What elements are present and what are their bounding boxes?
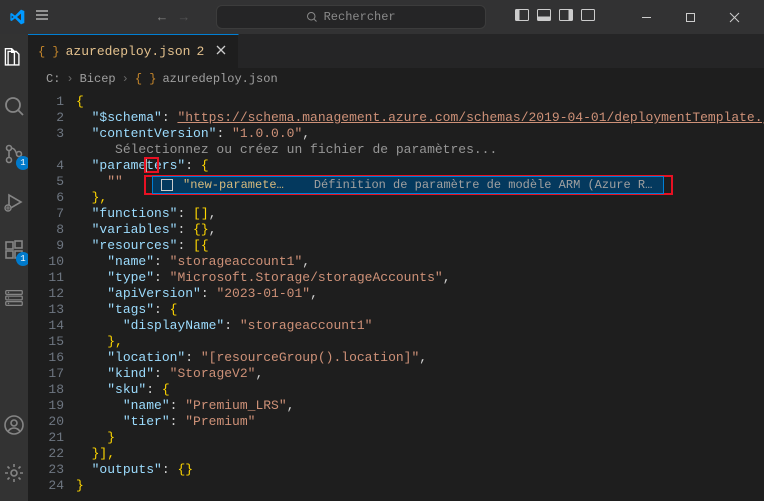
activity-bar: 1 1 xyxy=(0,34,28,501)
tab-filename: azuredeploy.json xyxy=(66,44,191,59)
window-minimize-icon[interactable] xyxy=(624,0,668,34)
explorer-icon[interactable] xyxy=(0,44,28,72)
search-placeholder: Rechercher xyxy=(324,10,396,24)
suggestion-description: Définition de paramètre de modèle ARM (A… xyxy=(314,177,655,193)
intellisense-suggestion[interactable]: "new-paramete… Définition de paramètre d… xyxy=(152,176,664,194)
snippet-icon xyxy=(161,179,173,191)
nav-arrows: ← → xyxy=(158,10,188,25)
extensions-icon[interactable]: 1 xyxy=(0,236,28,264)
line-number-gutter: 1 2 3 4 5 6 7 8 9 10 11 12 13 14 15 16 1… xyxy=(28,90,76,501)
breadcrumb-seg[interactable]: Bicep xyxy=(80,72,116,86)
nav-forward-icon[interactable]: → xyxy=(180,10,188,25)
breadcrumb[interactable]: C: › Bicep › { } azuredeploy.json xyxy=(28,68,764,90)
json-file-icon: { } xyxy=(38,45,60,59)
text-cursor xyxy=(146,159,156,172)
search-icon xyxy=(306,11,318,23)
command-center-search[interactable]: Rechercher xyxy=(216,5,486,29)
vscode-logo-icon xyxy=(8,8,26,26)
titlebar: ← → Rechercher xyxy=(0,0,764,34)
breadcrumb-seg[interactable]: C: xyxy=(46,72,60,86)
tab-azuredeploy[interactable]: { } azuredeploy.json 2 xyxy=(28,34,239,68)
suggestion-label: "new-paramete… xyxy=(183,177,284,193)
window-close-icon[interactable] xyxy=(712,0,756,34)
json-file-icon: { } xyxy=(135,72,157,86)
window-maximize-icon[interactable] xyxy=(668,0,712,34)
layout-sidebar-left-icon[interactable] xyxy=(514,7,530,27)
code-editor[interactable]: 1 2 3 4 5 6 7 8 9 10 11 12 13 14 15 16 1… xyxy=(28,90,764,501)
search-icon[interactable] xyxy=(0,92,28,120)
chevron-right-icon: › xyxy=(122,72,129,86)
run-debug-icon[interactable] xyxy=(0,188,28,216)
layout-panel-icon[interactable] xyxy=(536,7,552,27)
chevron-right-icon: › xyxy=(66,72,73,86)
nav-back-icon[interactable]: ← xyxy=(158,10,166,25)
tab-modified-count: 2 xyxy=(196,44,204,59)
accounts-icon[interactable] xyxy=(0,411,28,439)
codelens-hint[interactable]: Sélectionnez ou créez un fichier de para… xyxy=(115,142,497,157)
hamburger-menu-icon[interactable] xyxy=(34,7,50,28)
layout-sidebar-right-icon[interactable] xyxy=(558,7,574,27)
source-control-icon[interactable]: 1 xyxy=(0,140,28,168)
azure-resources-icon[interactable] xyxy=(0,284,28,312)
settings-gear-icon[interactable] xyxy=(0,459,28,487)
layout-customize-icon[interactable] xyxy=(580,7,596,27)
code-content[interactable]: { "$schema": "https://schema.management.… xyxy=(76,90,764,501)
close-tab-icon[interactable] xyxy=(214,43,228,61)
editor-tabs: { } azuredeploy.json 2 xyxy=(28,34,764,68)
breadcrumb-seg[interactable]: azuredeploy.json xyxy=(162,72,277,86)
